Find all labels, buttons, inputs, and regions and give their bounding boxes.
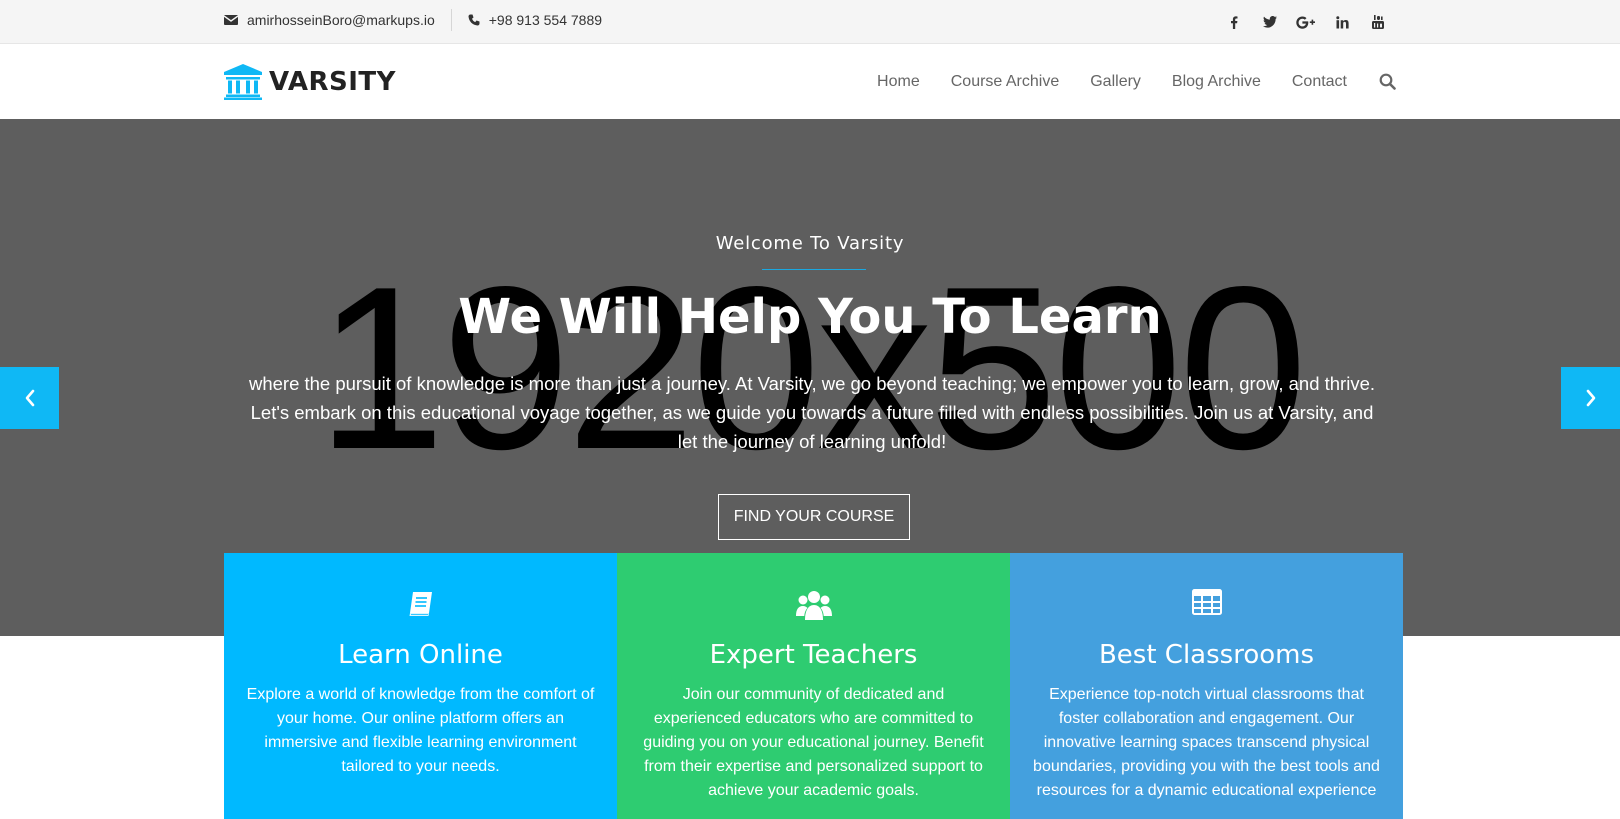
google-plus-icon[interactable] <box>1288 0 1324 44</box>
feature-title: Expert Teachers <box>709 640 918 670</box>
hero-description: where the pursuit of knowledge is more t… <box>248 373 1376 452</box>
site-logo[interactable]: VARSITY <box>223 64 396 100</box>
email-item[interactable]: amirhosseinBoro@markups.io <box>224 12 435 28</box>
linkedin-icon[interactable] <box>1324 0 1360 44</box>
find-course-button[interactable]: FIND YOUR COURSE <box>718 494 910 540</box>
youtube-icon[interactable] <box>1360 0 1396 44</box>
phone-item[interactable]: +98 913 554 7889 <box>468 12 602 28</box>
feature-card-best-classrooms[interactable]: Best Classrooms Experience top-notch vir… <box>1010 553 1403 819</box>
feature-card-expert-teachers[interactable]: Expert Teachers Join our community of de… <box>617 553 1010 819</box>
feature-title: Best Classrooms <box>1098 640 1315 670</box>
nav-contact[interactable]: Contact <box>1292 73 1347 91</box>
feature-title: Learn Online <box>338 640 503 670</box>
chevron-right-icon <box>1586 389 1595 407</box>
feature-text: Join our community of dedicated and expe… <box>643 686 984 799</box>
nav-blog-archive[interactable]: Blog Archive <box>1172 73 1261 91</box>
twitter-icon[interactable] <box>1252 0 1288 44</box>
university-icon <box>224 64 262 100</box>
slider-next-button[interactable] <box>1561 367 1620 429</box>
feature-cards: Learn Online Explore a world of knowledg… <box>224 553 1403 819</box>
facebook-icon[interactable] <box>1216 0 1252 44</box>
divider <box>450 9 452 31</box>
hero-welcome: Welcome To Varsity <box>715 233 905 254</box>
envelope-icon <box>224 15 238 25</box>
logo-text: VARSITY <box>269 67 396 97</box>
users-icon <box>617 589 1010 621</box>
phone-text: +98 913 554 7889 <box>488 12 603 28</box>
feature-text: Explore a world of knowledge from the co… <box>246 686 595 775</box>
chevron-left-icon <box>25 389 34 407</box>
top-bar: amirhosseinBoro@markups.io +98 913 554 7… <box>0 0 1620 44</box>
hero-title: We Will Help You To Learn <box>458 289 1162 345</box>
search-icon[interactable] <box>1379 73 1396 90</box>
main-header: VARSITY Home Course Archive Gallery Blog… <box>0 44 1620 119</box>
nav-home[interactable]: Home <box>877 73 920 91</box>
nav-gallery[interactable]: Gallery <box>1090 73 1141 91</box>
feature-card-learn-online[interactable]: Learn Online Explore a world of knowledg… <box>224 553 617 819</box>
slider-prev-button[interactable] <box>0 367 59 429</box>
hero-divider <box>762 269 866 270</box>
contact-info: amirhosseinBoro@markups.io +98 913 554 7… <box>224 0 602 40</box>
feature-text: Experience top-notch virtual classrooms … <box>1033 686 1380 799</box>
email-text: amirhosseinBoro@markups.io <box>247 12 435 28</box>
phone-icon <box>468 14 480 26</box>
book-icon <box>224 589 617 619</box>
table-icon <box>1010 589 1403 615</box>
nav-course-archive[interactable]: Course Archive <box>951 73 1060 91</box>
main-nav: Home Course Archive Gallery Blog Archive… <box>846 44 1396 119</box>
social-links <box>1216 0 1396 44</box>
